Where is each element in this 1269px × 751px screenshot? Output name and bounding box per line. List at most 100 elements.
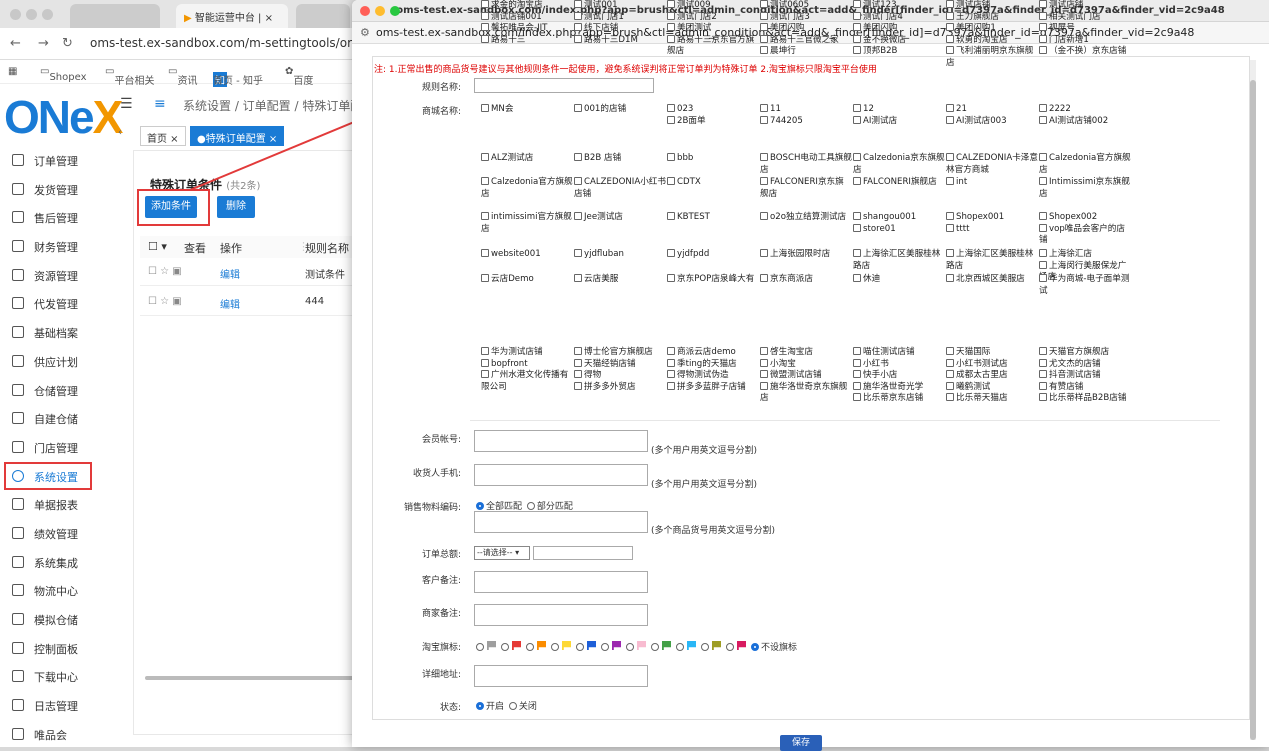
- bookmark-shopex[interactable]: ▭ Shopex: [40, 66, 87, 83]
- sidebar-item[interactable]: 资源管理: [0, 261, 110, 290]
- shop-option[interactable]: Calzedonia官方旗舰店: [481, 177, 573, 200]
- shop-checkbox[interactable]: [853, 393, 861, 401]
- shop-option[interactable]: AI测试店铺002: [1039, 115, 1131, 128]
- sidebar-item[interactable]: 售后管理: [0, 203, 110, 232]
- shop-option[interactable]: 广州水港文化传播有限公司: [481, 370, 573, 393]
- customer-note-textarea[interactable]: [474, 571, 648, 593]
- shop-option[interactable]: 喵住测试店铺: [853, 347, 945, 359]
- shop-checkbox[interactable]: [667, 249, 675, 257]
- shop-checkbox[interactable]: [1039, 358, 1047, 367]
- sidebar-item[interactable]: 日志管理: [0, 691, 110, 720]
- shop-checkbox[interactable]: [481, 212, 489, 220]
- shop-checkbox[interactable]: [853, 23, 861, 31]
- shop-checkbox[interactable]: [946, 381, 954, 390]
- shop-checkbox[interactable]: [667, 23, 675, 31]
- browser-tab-blurred[interactable]: ■■■■: [70, 4, 160, 28]
- bookmark-baidu[interactable]: ✿ 百度: [285, 66, 313, 87]
- shop-option[interactable]: store01: [853, 223, 945, 236]
- shop-checkbox[interactable]: [574, 177, 582, 185]
- browser-tab-active[interactable]: ▶ 智能运营中台 | ×: [176, 4, 288, 28]
- shop-option[interactable]: 天猫国际: [946, 347, 1038, 359]
- shop-option[interactable]: FALCONERI京东旗舰店: [760, 177, 852, 200]
- shop-option[interactable]: bopfront: [481, 358, 573, 371]
- shop-checkbox[interactable]: [481, 0, 489, 8]
- shop-option[interactable]: CALZEDONIA卡泽意林官方商城: [946, 153, 1038, 176]
- shop-option[interactable]: FALCONERI旗舰店: [853, 177, 945, 189]
- shop-option[interactable]: Shopex001: [946, 212, 1038, 224]
- shop-checkbox[interactable]: [1039, 11, 1047, 20]
- sidebar-item[interactable]: 自建仓储: [0, 404, 110, 433]
- row-checkbox[interactable]: ☐ ☆ ▣: [148, 266, 182, 277]
- shop-checkbox[interactable]: [853, 223, 861, 232]
- shop-option[interactable]: 上海张园限时店: [760, 249, 852, 261]
- shop-option[interactable]: AI测试店: [853, 115, 945, 128]
- sidebar-item[interactable]: 系统集成: [0, 548, 110, 577]
- window-close-dot[interactable]: [10, 9, 21, 20]
- shop-option[interactable]: 云店美服: [574, 274, 666, 286]
- browser-tab-blurred-2[interactable]: ■■: [296, 4, 350, 28]
- shop-checkbox[interactable]: [481, 34, 489, 43]
- sidebar-item[interactable]: 唯品会: [0, 720, 110, 749]
- shop-checkbox[interactable]: [1039, 370, 1047, 378]
- sidebar-item[interactable]: 单据报表: [0, 490, 110, 519]
- shop-option[interactable]: Calzedonia官方旗舰店: [1039, 153, 1131, 176]
- shop-checkbox[interactable]: [946, 34, 954, 43]
- shop-checkbox[interactable]: [946, 23, 954, 31]
- shop-checkbox[interactable]: [667, 0, 675, 8]
- phone-textarea[interactable]: [474, 464, 648, 486]
- shop-option[interactable]: 尤文杰的店铺: [1039, 358, 1131, 371]
- window-max-dot[interactable]: [42, 9, 53, 20]
- shop-option[interactable]: CALZEDONIA小红书店铺: [574, 177, 666, 200]
- shop-checkbox[interactable]: [667, 177, 675, 185]
- window-min-dot[interactable]: [26, 9, 37, 20]
- shop-checkbox[interactable]: [667, 153, 675, 161]
- shop-option[interactable]: 2B面单: [667, 115, 759, 128]
- shop-option[interactable]: 拼多多蓝胖子店铺: [667, 381, 759, 394]
- shop-option[interactable]: 测试门店1: [574, 11, 666, 24]
- shop-option[interactable]: （金不换）京东店铺: [1039, 46, 1131, 58]
- sidebar-item[interactable]: 财务管理: [0, 232, 110, 261]
- shop-option[interactable]: 测试门店2: [667, 11, 759, 24]
- shop-checkbox[interactable]: [946, 223, 954, 232]
- shop-option[interactable]: 测试001: [574, 0, 666, 12]
- popup-close-dot[interactable]: [360, 6, 370, 16]
- shop-option[interactable]: 测试门店3: [760, 11, 852, 24]
- apps-icon[interactable]: ▦: [8, 66, 17, 77]
- shop-checkbox[interactable]: [760, 23, 768, 31]
- shop-checkbox[interactable]: [760, 153, 768, 161]
- shop-option[interactable]: 得物: [574, 370, 666, 382]
- shop-option[interactable]: 路易十三: [481, 34, 573, 47]
- shop-option[interactable]: 小红书: [853, 358, 945, 371]
- shop-checkbox[interactable]: [853, 370, 861, 378]
- shop-checkbox[interactable]: [667, 104, 675, 112]
- shop-option[interactable]: 路易十三官微之家: [760, 34, 852, 47]
- bookmark-platform[interactable]: ▭ 平台相关: [105, 66, 154, 87]
- flag-radio[interactable]: [676, 643, 684, 651]
- shop-option[interactable]: 11: [760, 104, 852, 116]
- edit-link[interactable]: 编辑: [220, 296, 240, 311]
- shop-option[interactable]: 测试123: [853, 0, 945, 12]
- shop-option[interactable]: 微盟测试店铺: [760, 370, 852, 382]
- flag-radio[interactable]: [476, 643, 484, 651]
- shop-checkbox[interactable]: [853, 0, 861, 8]
- shop-checkbox[interactable]: [946, 274, 954, 282]
- shop-checkbox[interactable]: [760, 177, 768, 185]
- shop-checkbox[interactable]: [760, 11, 768, 20]
- shop-checkbox[interactable]: [1039, 34, 1047, 43]
- shop-option[interactable]: 快手小店: [853, 370, 945, 382]
- match-part-radio[interactable]: [526, 502, 535, 510]
- shop-option[interactable]: 施华洛世奇光学: [853, 381, 945, 394]
- shop-checkbox[interactable]: [853, 381, 861, 390]
- shop-option[interactable]: 晨坤行: [760, 46, 852, 58]
- shop-option[interactable]: 软勇的淘宝店: [946, 34, 1038, 47]
- sku-textarea[interactable]: [474, 511, 648, 533]
- shop-checkbox[interactable]: [853, 34, 861, 43]
- address-bar[interactable]: oms-test.ex-sandbox.com/m-settingtools/o…: [90, 36, 389, 50]
- no-flag-radio[interactable]: [751, 643, 759, 651]
- shop-option[interactable]: 顶邦B2B: [853, 46, 945, 58]
- shop-option[interactable]: 001的店铺: [574, 104, 666, 116]
- shop-option[interactable]: 季ting的天猫店: [667, 358, 759, 371]
- shop-checkbox[interactable]: [946, 177, 954, 185]
- flag-radio[interactable]: [501, 643, 509, 651]
- sidebar-item[interactable]: 模拟仓储: [0, 605, 110, 634]
